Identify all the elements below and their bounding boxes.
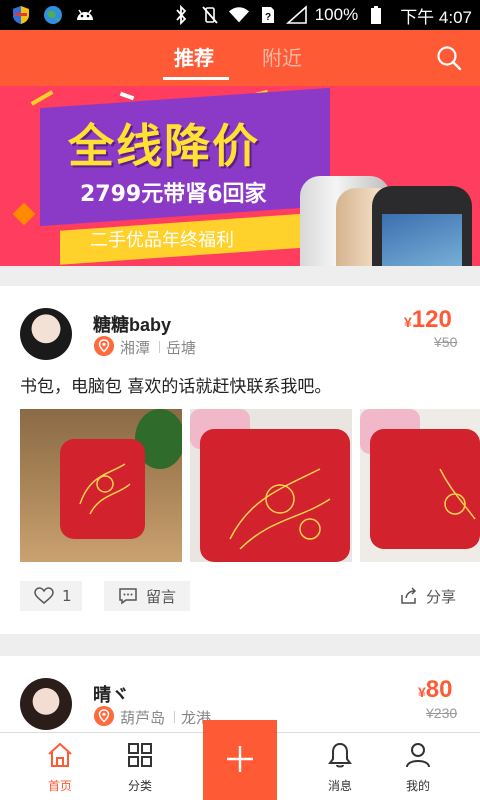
nav-label: 我的 xyxy=(405,779,430,793)
divider xyxy=(174,711,175,723)
post-photo[interactable] xyxy=(190,409,352,562)
svg-text:?: ? xyxy=(265,12,271,23)
currency-symbol: ¥ xyxy=(418,684,426,700)
share-button[interactable]: 分享 xyxy=(400,581,456,611)
vibrate-off-icon xyxy=(199,5,221,25)
confetti xyxy=(30,90,54,106)
person-icon xyxy=(406,743,430,768)
share-icon xyxy=(401,587,417,604)
nav-label: 消息 xyxy=(327,779,352,793)
heart-icon xyxy=(34,587,54,604)
user-name[interactable]: 糖糖baby xyxy=(93,311,171,337)
original-price: ¥230 xyxy=(426,705,458,721)
price-value: 80 xyxy=(425,676,453,703)
sim-icon: ? xyxy=(257,5,279,25)
avatar[interactable] xyxy=(20,308,72,360)
bell-icon xyxy=(328,742,352,768)
banner-title: 全线降价 xyxy=(68,119,260,173)
share-label: 分享 xyxy=(426,587,457,606)
signal-icon xyxy=(285,5,308,25)
nav-category[interactable]: 分类 xyxy=(100,733,180,800)
top-header: 推荐 附近 xyxy=(0,30,480,86)
banner-subtitle: 2799元带肾6回家 xyxy=(80,182,267,207)
post-photo[interactable] xyxy=(20,409,182,562)
post-photo[interactable] xyxy=(360,409,480,562)
divider xyxy=(159,341,160,353)
confetti xyxy=(12,202,36,226)
wifi-icon xyxy=(228,5,250,25)
confetti xyxy=(119,91,135,101)
home-icon xyxy=(48,742,72,767)
battery-icon xyxy=(365,5,387,25)
android-icon xyxy=(74,5,96,25)
banner-tagline: 二手优品年终福利 xyxy=(90,230,234,251)
promo-banner[interactable]: 全线降价 2799元带肾6回家 二手优品年终福利 xyxy=(0,86,480,266)
comment-icon xyxy=(119,588,137,605)
bag-pattern xyxy=(229,468,331,550)
avatar[interactable] xyxy=(20,678,72,730)
location-city: 湘潭 xyxy=(120,339,151,357)
like-count: 1 xyxy=(62,587,72,605)
bluetooth-icon xyxy=(170,5,192,25)
nav-home[interactable]: 首页 xyxy=(20,733,100,800)
globe-icon xyxy=(42,5,64,25)
phone-screen xyxy=(382,214,462,266)
like-button[interactable]: 1 xyxy=(20,581,82,611)
search-icon[interactable] xyxy=(435,44,463,72)
location-icon xyxy=(94,706,114,726)
battery-level: 100% xyxy=(314,5,359,24)
shield-icon xyxy=(10,5,32,25)
publish-button[interactable] xyxy=(203,720,277,800)
location-city: 葫芦岛 xyxy=(120,709,166,727)
nav-messages[interactable]: 消息 xyxy=(300,733,380,800)
location-district: 岳塘 xyxy=(166,339,197,357)
location-icon xyxy=(94,336,114,356)
grid-icon xyxy=(128,743,152,767)
nav-label: 分类 xyxy=(127,779,152,793)
price-value: 120 xyxy=(411,306,452,333)
comment-button[interactable]: 留言 xyxy=(104,581,190,611)
currency-symbol: ¥ xyxy=(404,314,412,330)
bag-pattern xyxy=(79,463,131,515)
price: ¥80 xyxy=(418,676,453,704)
tab-nearby[interactable]: 附近 xyxy=(262,30,302,86)
nav-profile[interactable]: 我的 xyxy=(378,733,458,800)
bag-pattern xyxy=(439,468,476,520)
tab-active-indicator xyxy=(163,77,229,80)
nav-label: 首页 xyxy=(47,779,72,793)
original-price: ¥50 xyxy=(434,334,458,350)
post-description: 书包，电脑包 喜欢的话就赶快联系我吧。 xyxy=(20,377,332,397)
price: ¥120 xyxy=(404,306,452,334)
plus-icon xyxy=(227,746,253,772)
user-name[interactable]: 晴ヾ xyxy=(93,681,129,707)
clock: 下午 4:07 xyxy=(400,7,472,27)
status-bar: ? 100% 下午 4:07 xyxy=(0,0,480,30)
comment-label: 留言 xyxy=(146,587,177,606)
